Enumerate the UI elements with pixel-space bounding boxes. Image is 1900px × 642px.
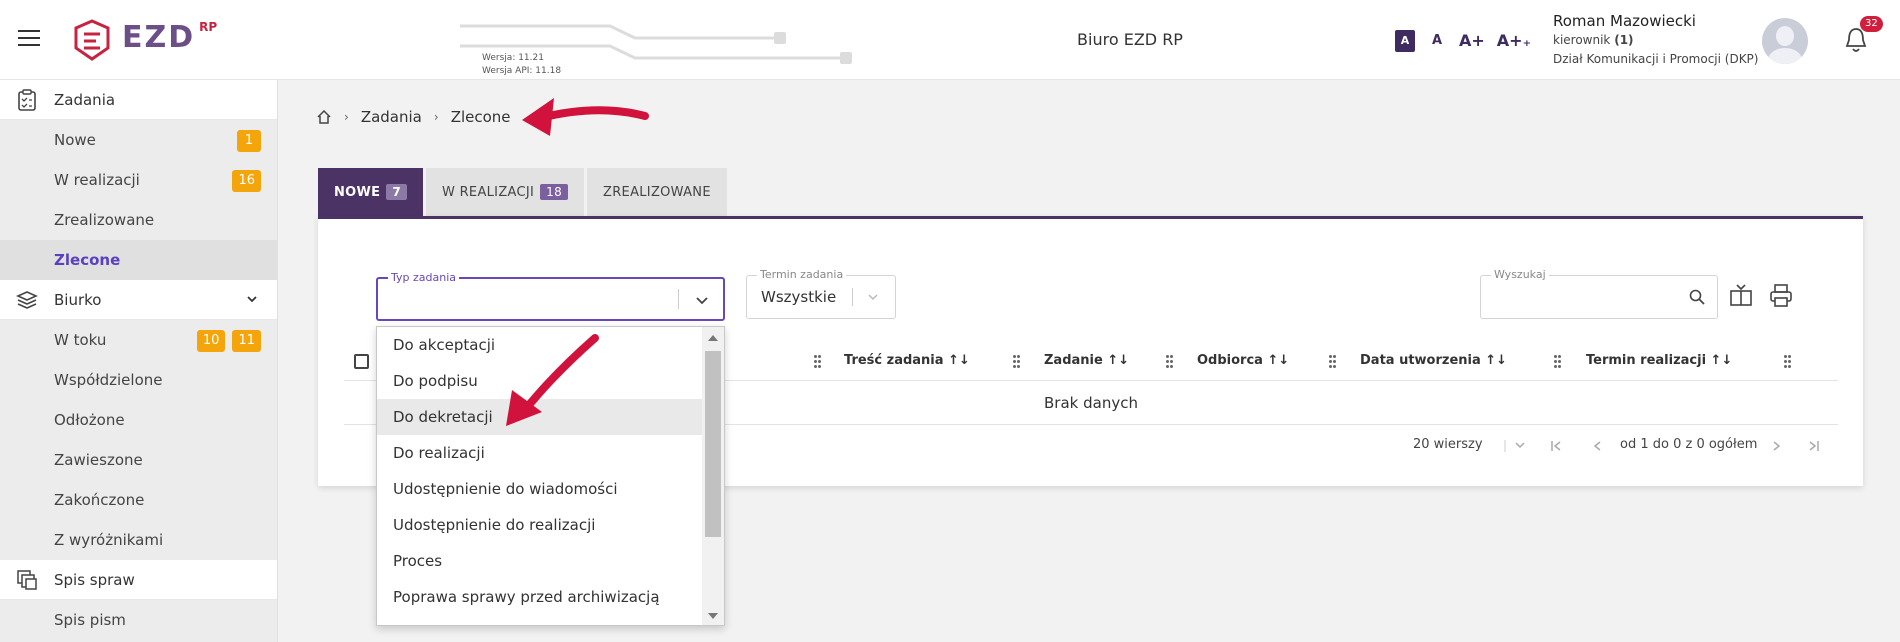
column-odbiorca[interactable]: Odbiorca ↑↓	[1197, 353, 1289, 368]
sidebar: Zadania Nowe 1 W realizacji 16 Zrealizow…	[0, 80, 278, 642]
sidebar-group-spis-spraw[interactable]: Spis spraw	[0, 560, 277, 600]
app-logo[interactable]: EZD RP	[72, 18, 217, 62]
drag-handle-icon[interactable]	[1166, 355, 1174, 369]
sidebar-item-z-wyroznikami[interactable]: Z wyróżnikami	[0, 520, 277, 560]
scroll-down-icon[interactable]	[708, 613, 718, 619]
avatar[interactable]	[1762, 18, 1808, 64]
scrollbar-thumb[interactable]	[705, 351, 721, 537]
dropdown-scrollbar[interactable]	[702, 327, 724, 625]
font-size-large[interactable]: A+	[1459, 30, 1485, 52]
column-termin-realizacji[interactable]: Termin realizacji ↑↓	[1586, 353, 1732, 368]
option-udostepnienie-do-realizacji[interactable]: Udostępnienie do realizacji	[377, 507, 703, 543]
search-icon[interactable]	[1689, 289, 1705, 305]
chevron-down-icon[interactable]	[867, 291, 879, 303]
chevron-down-icon[interactable]	[695, 293, 709, 307]
sidebar-item-nowe[interactable]: Nowe 1	[0, 120, 277, 160]
scroll-up-icon[interactable]	[708, 335, 718, 341]
notification-badge: 32	[1860, 16, 1883, 32]
sidebar-item-zlecone[interactable]: Zlecone	[0, 240, 277, 280]
print-icon[interactable]	[1768, 283, 1794, 309]
font-size-controls: A A A+ A+₊	[1395, 30, 1531, 52]
font-size-xlarge[interactable]: A+₊	[1497, 30, 1531, 52]
option-udostepnienie-do-wiadomosci[interactable]: Udostępnienie do wiadomości	[377, 471, 703, 507]
sidebar-item-wspoldzielone[interactable]: Współdzielone	[0, 360, 277, 400]
last-page-icon[interactable]	[1806, 440, 1820, 452]
logo-mark-icon	[74, 19, 110, 61]
logo-text: EZD	[122, 20, 196, 55]
tab-w-realizacji[interactable]: W REALIZACJI 18	[426, 168, 585, 216]
sidebar-group-biurko[interactable]: Biurko	[0, 280, 277, 320]
prev-page-icon[interactable]	[1592, 440, 1604, 452]
next-page-icon[interactable]	[1770, 440, 1782, 452]
breadcrumb: › Zadania › Zlecone	[316, 108, 511, 126]
task-tabs: NOWE 7 W REALIZACJI 18 ZREALIZOWANE	[318, 168, 727, 216]
rows-per-page-dropdown[interactable]	[1504, 439, 1534, 453]
font-size-small[interactable]: A	[1427, 30, 1447, 52]
sidebar-item-zawieszone[interactable]: Zawieszone	[0, 440, 277, 480]
version-info: Wersja: 11.21 Wersja API: 11.18	[482, 53, 562, 76]
select-all-checkbox[interactable]	[354, 354, 369, 369]
user-department: Dział Komunikacji i Promocji (DKP)	[1553, 52, 1759, 66]
task-deadline-select[interactable]: Termin zadania Wszystkie	[746, 268, 896, 319]
user-role: kierownik (1)	[1553, 33, 1634, 47]
tab-nowe[interactable]: NOWE 7	[318, 168, 424, 216]
paging-range: od 1 do 0 z 0 ogółem	[1620, 437, 1758, 452]
annotation-arrow-icon	[506, 334, 599, 426]
app-header: EZD RP Wersja: 11.21 Wersja API: 11.18 B…	[0, 0, 1900, 80]
office-name: Biuro EZD RP	[1077, 30, 1183, 49]
column-data-utworzenia[interactable]: Data utworzenia ↑↓	[1360, 353, 1507, 368]
annotation-arrow-icon	[522, 98, 649, 136]
first-page-icon[interactable]	[1550, 440, 1564, 452]
columns-config-icon[interactable]	[1728, 283, 1754, 309]
sidebar-item-zrealizowane[interactable]: Zrealizowane	[0, 200, 277, 240]
count-badge: 16	[232, 170, 261, 192]
search-input[interactable]: Wyszukaj	[1480, 268, 1718, 319]
rows-per-page: 20 wierszy	[1413, 437, 1483, 452]
column-zadanie[interactable]: Zadanie ↑↓	[1044, 353, 1129, 368]
count-badge: 1	[237, 130, 261, 152]
sidebar-item-w-toku[interactable]: W toku 10 11	[0, 320, 277, 360]
user-name: Roman Mazowiecki	[1553, 12, 1696, 30]
layers-icon	[16, 289, 38, 311]
drag-handle-icon[interactable]	[814, 355, 822, 369]
sidebar-group-zadania[interactable]: Zadania	[0, 80, 277, 120]
option-proces[interactable]: Proces	[377, 543, 703, 579]
documents-icon	[16, 569, 38, 591]
drag-handle-icon[interactable]	[1013, 355, 1021, 369]
font-size-default[interactable]: A	[1395, 30, 1415, 52]
column-tresc-zadania[interactable]: Treść zadania ↑↓	[844, 353, 970, 368]
count-badge: 11	[232, 330, 261, 352]
user-info[interactable]: Roman Mazowiecki kierownik (1) Dział Kom…	[1553, 12, 1758, 69]
sidebar-item-spis-pism[interactable]: Spis pism	[0, 600, 277, 640]
drag-handle-icon[interactable]	[1784, 355, 1792, 369]
option-do-realizacji[interactable]: Do realizacji	[377, 435, 703, 471]
sidebar-item-odlozone[interactable]: Odłożone	[0, 400, 277, 440]
breadcrumb-zlecone: Zlecone	[450, 108, 511, 126]
tab-zrealizowane[interactable]: ZREALIZOWANE	[587, 168, 727, 216]
sidebar-item-w-realizacji[interactable]: W realizacji 16	[0, 160, 277, 200]
drag-handle-icon[interactable]	[1329, 355, 1337, 369]
option-poprawa-sprawy[interactable]: Poprawa sprawy przed archiwizacją	[377, 579, 703, 615]
chevron-down-icon[interactable]	[245, 292, 259, 306]
menu-icon[interactable]	[18, 30, 40, 48]
sidebar-item-zakonczone[interactable]: Zakończone	[0, 480, 277, 520]
logo-sup: RP	[199, 20, 218, 34]
count-badge: 10	[196, 330, 226, 352]
clipboard-icon	[16, 88, 38, 111]
drag-handle-icon[interactable]	[1554, 355, 1562, 369]
task-type-select[interactable]: Typ zadania	[376, 271, 725, 321]
breadcrumb-zadania[interactable]: Zadania	[361, 108, 422, 126]
home-icon[interactable]	[316, 109, 332, 125]
